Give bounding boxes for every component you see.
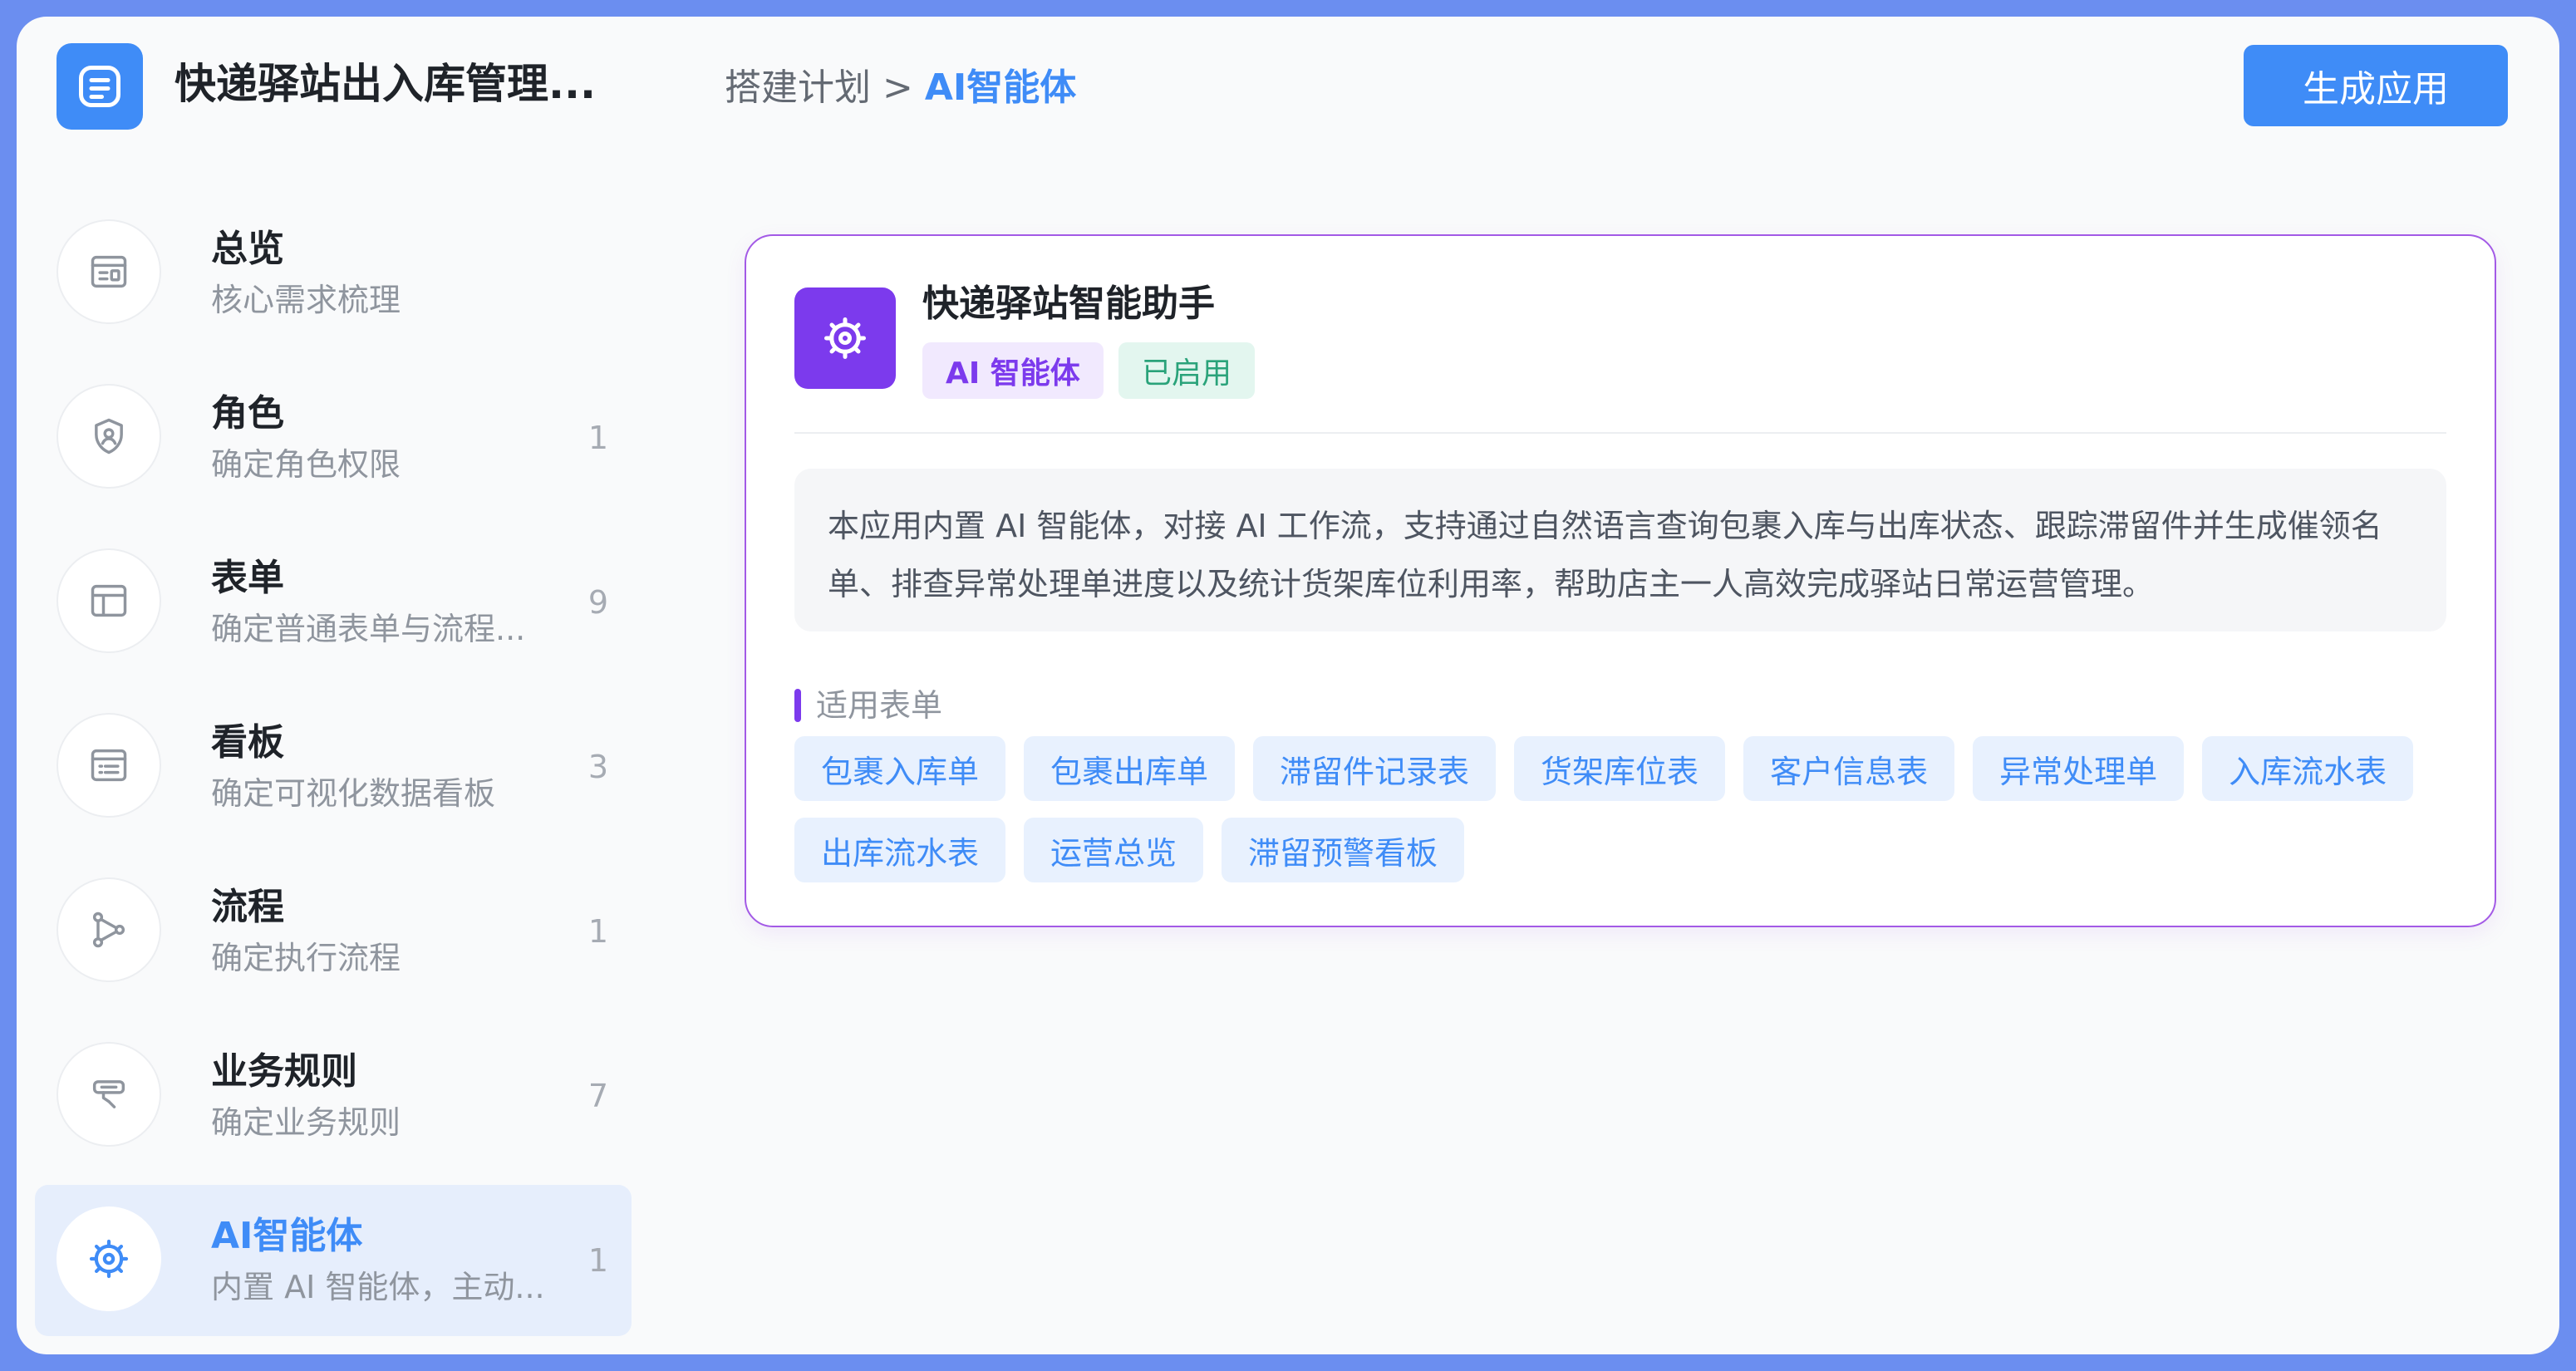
- sidebar-item-roles[interactable]: 角色 确定角色权限 1: [35, 362, 632, 514]
- sidebar-item-ai-agent[interactable]: AI智能体 内置 AI 智能体，主动... 1: [35, 1185, 632, 1336]
- sidebar: 总览 核心需求梳理 角色 确定角色权限 1 表单 确定普通表单与流程... 9 …: [35, 198, 632, 1349]
- sidebar-item-count: 1: [587, 913, 608, 950]
- app-window: 快递驿站出入库管理... 搭建计划 > AI智能体 生成应用 总览 核心需求梳理: [17, 17, 2559, 1354]
- form-tag[interactable]: 滞留件记录表: [1253, 736, 1497, 801]
- section-accent-bar: [794, 689, 801, 722]
- sidebar-item-desc: 确定普通表单与流程...: [211, 611, 526, 647]
- sidebar-item-rules[interactable]: 业务规则 确定业务规则 7: [35, 1020, 632, 1172]
- sidebar-item-desc: 确定执行流程: [211, 940, 401, 976]
- breadcrumb: 搭建计划 > AI智能体: [725, 63, 1076, 113]
- sidebar-item-flow[interactable]: 流程 确定执行流程 1: [35, 856, 632, 1007]
- sidebar-item-forms[interactable]: 表单 确定普通表单与流程... 9: [35, 527, 632, 678]
- sidebar-item-count: 7: [587, 1078, 608, 1114]
- flow-icon: [57, 877, 161, 982]
- dashboard-icon: [57, 713, 161, 818]
- form-tag[interactable]: 滞留预警看板: [1222, 818, 1465, 882]
- ai-agent-card: 快递驿站智能助手 AI 智能体 已启用 本应用内置 AI 智能体，对接 AI 工…: [745, 234, 2496, 927]
- ai-agent-card-icon: [794, 287, 896, 389]
- agent-description: 本应用内置 AI 智能体，对接 AI 工作流，支持通过自然语言查询包裹入库与出库…: [794, 469, 2446, 631]
- applicable-forms-label: 适用表单: [794, 685, 942, 726]
- document-list-icon: [79, 66, 120, 107]
- form-tag[interactable]: 客户信息表: [1743, 736, 1955, 801]
- form-tag[interactable]: 运营总览: [1024, 818, 1204, 882]
- sidebar-item-count: 9: [587, 584, 608, 621]
- sidebar-item-desc: 核心需求梳理: [211, 282, 401, 318]
- sidebar-item-count: 1: [587, 420, 608, 456]
- sidebar-item-count: 1: [587, 1242, 608, 1279]
- app-title: 快递驿站出入库管理...: [175, 60, 596, 108]
- agent-name: 快递驿站智能助手: [922, 283, 1215, 325]
- applicable-forms-list: 包裹入库单 包裹出库单 滞留件记录表 货架库位表 客户信息表 异常处理单 入库流…: [794, 736, 2446, 882]
- sidebar-item-desc: 内置 AI 智能体，主动...: [211, 1269, 545, 1305]
- sidebar-item-count: 3: [587, 749, 608, 785]
- section-label-text: 适用表单: [816, 687, 943, 724]
- status-badge: 已启用: [1118, 342, 1256, 399]
- sidebar-item-title: 总览: [211, 228, 284, 270]
- agent-type-badge: AI 智能体: [922, 342, 1104, 399]
- sidebar-item-title: 表单: [211, 557, 284, 599]
- sidebar-item-title: 角色: [211, 392, 284, 435]
- sidebar-item-desc: 确定业务规则: [211, 1104, 401, 1141]
- table-icon: [57, 548, 161, 653]
- form-tag[interactable]: 包裹入库单: [794, 736, 1006, 801]
- form-tag[interactable]: 货架库位表: [1514, 736, 1726, 801]
- sidebar-item-title: 看板: [211, 721, 284, 764]
- ai-agent-icon: [57, 1206, 161, 1311]
- app-logo: [57, 43, 143, 130]
- overview-icon: [57, 219, 161, 324]
- sidebar-item-title: 流程: [211, 886, 284, 928]
- breadcrumb-separator: >: [882, 66, 913, 109]
- breadcrumb-current: AI智能体: [924, 66, 1077, 109]
- sidebar-item-title: AI智能体: [211, 1215, 363, 1257]
- generate-app-button[interactable]: 生成应用: [2244, 45, 2508, 126]
- form-tag[interactable]: 出库流水表: [794, 818, 1006, 882]
- sidebar-item-overview[interactable]: 总览 核心需求梳理: [35, 198, 632, 349]
- card-divider: [794, 432, 2446, 434]
- sidebar-item-desc: 确定可视化数据看板: [211, 775, 496, 812]
- sidebar-item-title: 业务规则: [211, 1050, 357, 1093]
- form-tag[interactable]: 异常处理单: [1973, 736, 2185, 801]
- form-tag[interactable]: 包裹出库单: [1024, 736, 1236, 801]
- sidebar-item-desc: 确定角色权限: [211, 446, 401, 483]
- form-tag[interactable]: 入库流水表: [2202, 736, 2414, 801]
- shield-user-icon: [57, 384, 161, 489]
- rule-icon: [57, 1042, 161, 1147]
- breadcrumb-plan[interactable]: 搭建计划: [725, 63, 871, 113]
- sidebar-item-dashboard[interactable]: 看板 确定可视化数据看板 3: [35, 691, 632, 843]
